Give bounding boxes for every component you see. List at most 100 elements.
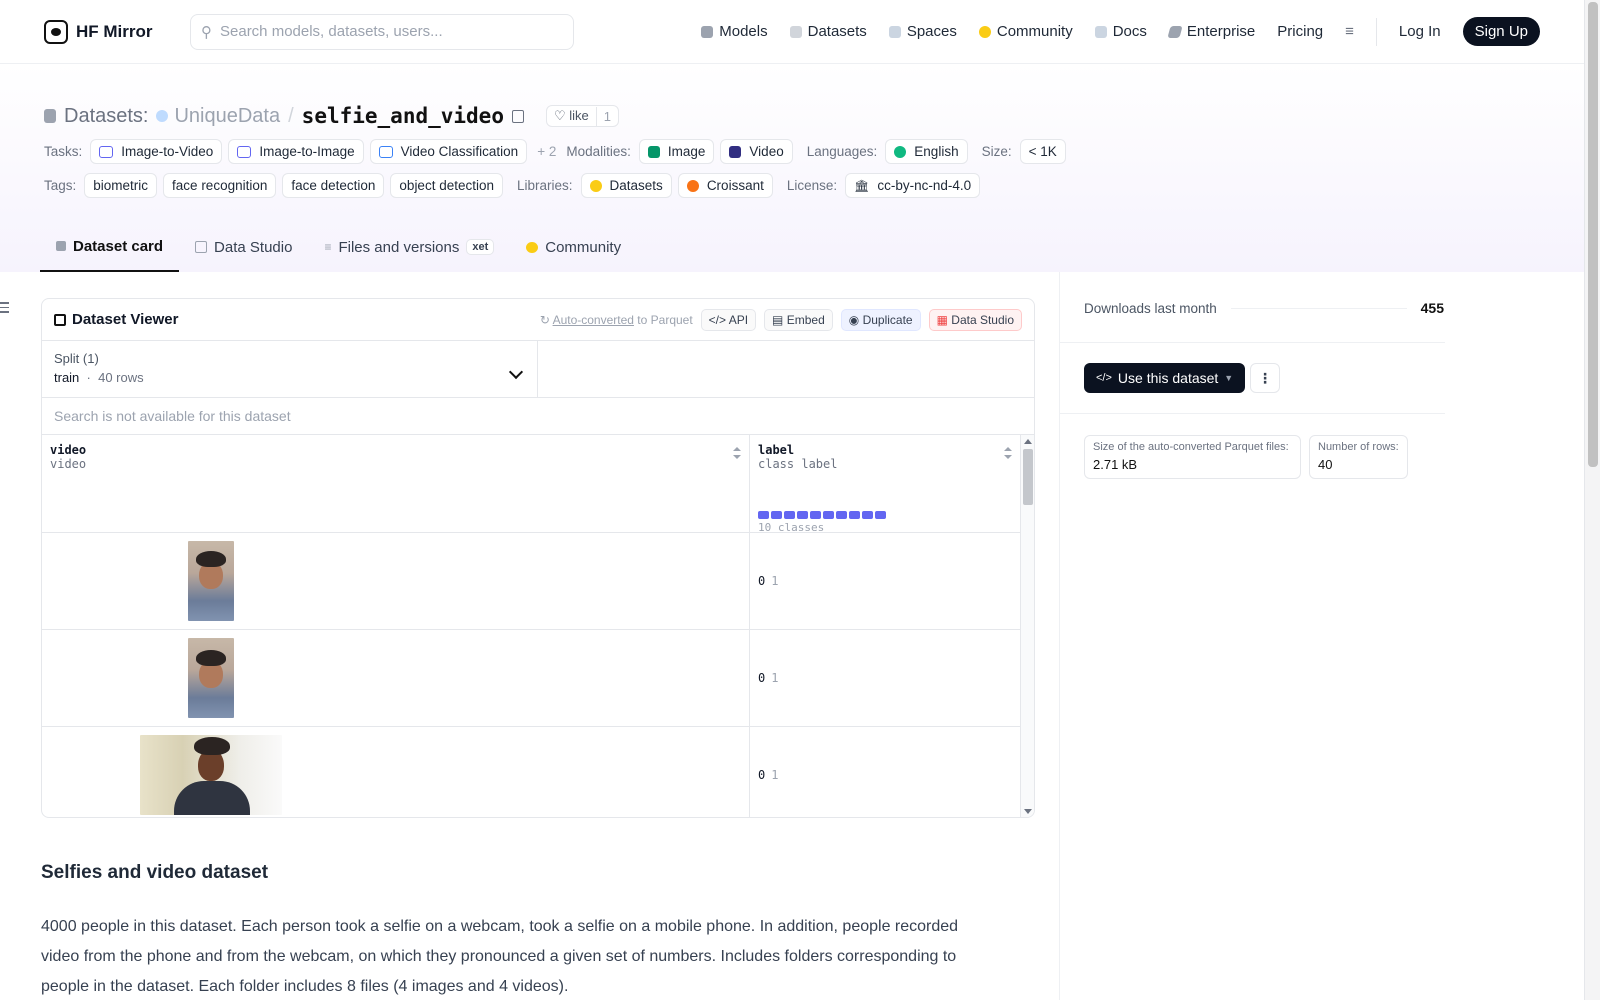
- scroll-up-arrow[interactable]: [1024, 439, 1032, 444]
- task-chip[interactable]: Image-to-Video: [90, 139, 223, 164]
- tab-data-studio[interactable]: Data Studio: [179, 222, 308, 272]
- login-link[interactable]: Log In: [1399, 23, 1441, 40]
- table-row[interactable]: 01: [42, 533, 1034, 630]
- hf-logo-icon: [44, 19, 68, 44]
- owner-avatar: [156, 110, 169, 122]
- library-chip[interactable]: Croissant: [677, 173, 773, 198]
- row-count-stat: Number of rows: 40: [1309, 435, 1408, 479]
- enterprise-icon: [1167, 25, 1183, 38]
- menu-icon: ≡: [1345, 23, 1354, 40]
- modality-chip[interactable]: Image: [638, 139, 715, 164]
- page-scrollbar[interactable]: [1584, 0, 1600, 1000]
- task-chip[interactable]: Image-to-Image: [228, 139, 364, 164]
- search-input[interactable]: ⚲ Search models, datasets, users...: [190, 13, 574, 50]
- card-heading: Selfies and video dataset: [41, 862, 269, 883]
- table-row[interactable]: 01: [42, 727, 1034, 817]
- split-dropdown[interactable]: Split (1) train · 40 rows: [42, 341, 538, 397]
- video-thumbnail[interactable]: [140, 735, 282, 815]
- library-chip[interactable]: Datasets: [580, 173, 672, 198]
- main-nav: Models Datasets Spaces Community Docs En…: [701, 17, 1540, 46]
- viewer-header: Dataset Viewer ↻ Auto-converted to Parqu…: [42, 299, 1034, 341]
- cube-icon: [701, 25, 714, 38]
- split-label: Split (1): [54, 351, 99, 366]
- tasks-more[interactable]: + 2: [537, 144, 556, 159]
- hf-emoji-icon: [589, 179, 602, 192]
- tag-chip[interactable]: face recognition: [163, 173, 277, 198]
- parquet-size-stat: Size of the auto-converted Parquet files…: [1084, 435, 1301, 479]
- table-row[interactable]: 01: [42, 630, 1034, 727]
- modality-chip[interactable]: Video: [720, 139, 793, 164]
- page-scroll-thumb[interactable]: [1588, 2, 1598, 467]
- table-scrollbar[interactable]: [1020, 435, 1034, 817]
- video-thumbnail[interactable]: [188, 638, 234, 718]
- languages-label: Languages:: [806, 144, 878, 159]
- nav-spaces[interactable]: Spaces: [888, 23, 957, 40]
- downloads-count: 455: [1420, 300, 1444, 316]
- embed-button[interactable]: ▤ Embed: [764, 308, 833, 331]
- card-body: 4000 people in this dataset. Each person…: [41, 918, 959, 995]
- task-chip[interactable]: Video Classification: [369, 139, 528, 164]
- like-count: 1: [595, 106, 618, 126]
- nav-enterprise[interactable]: Enterprise: [1167, 23, 1255, 40]
- tag-chip[interactable]: biometric: [84, 173, 158, 198]
- nav-models[interactable]: Models: [701, 23, 768, 40]
- table-scroll-thumb[interactable]: [1023, 449, 1033, 505]
- duplicate-button[interactable]: ◉ Duplicate: [840, 308, 921, 331]
- sidebar-toggle-icon[interactable]: [0, 302, 9, 316]
- use-this-dataset-button[interactable]: </> Use this dataset ▼: [1084, 363, 1246, 393]
- signup-button[interactable]: Sign Up: [1462, 17, 1540, 46]
- table-icon: [54, 313, 66, 326]
- split-value: train · 40 rows: [54, 370, 144, 385]
- spaces-icon: [888, 25, 901, 38]
- brand-name: HF Mirror: [76, 21, 153, 41]
- section-label: Datasets:: [64, 104, 149, 127]
- more-options-button[interactable]: ⋮: [1250, 363, 1280, 393]
- class-histogram[interactable]: [758, 511, 886, 519]
- modalities-label: Modalities:: [566, 144, 631, 159]
- column-header-video[interactable]: video video: [42, 435, 750, 532]
- image-to-video-icon: [99, 145, 114, 158]
- tags-label: Tags:: [44, 178, 77, 193]
- api-button[interactable]: </> API: [700, 308, 757, 331]
- language-chip[interactable]: English: [885, 139, 968, 164]
- data-studio-button[interactable]: ▦ Data Studio: [928, 308, 1022, 331]
- nav-datasets[interactable]: Datasets: [789, 23, 867, 40]
- sidebar-divider: [1059, 272, 1060, 1000]
- sort-icon[interactable]: [733, 447, 741, 459]
- video-cell: [42, 630, 750, 726]
- files-icon: ≡: [324, 240, 332, 254]
- sort-icon[interactable]: [1004, 447, 1012, 459]
- nav-docs[interactable]: Docs: [1094, 23, 1147, 40]
- video-thumbnail[interactable]: [188, 541, 234, 621]
- license-chip[interactable]: 🏛 cc-by-nc-nd-4.0: [845, 173, 981, 198]
- database-icon: [44, 109, 56, 123]
- split-row: Split (1) train · 40 rows: [42, 341, 1034, 398]
- label-cell: 01: [758, 574, 779, 588]
- size-chip[interactable]: < 1K: [1019, 139, 1066, 164]
- copy-icon[interactable]: [511, 109, 524, 123]
- column-header-label[interactable]: label class label 10 classes: [750, 435, 1020, 534]
- tasks-label: Tasks:: [44, 144, 83, 159]
- scroll-down-arrow[interactable]: [1024, 809, 1032, 814]
- video-classification-icon: [378, 145, 393, 158]
- tab-community[interactable]: Community: [510, 222, 637, 272]
- like-button[interactable]: ♡ like 1: [545, 105, 619, 127]
- nav-pricing[interactable]: Pricing: [1277, 23, 1323, 40]
- owner-link[interactable]: UniqueData: [156, 105, 280, 128]
- tag-chip[interactable]: object detection: [390, 173, 503, 198]
- xet-badge: xet: [466, 239, 495, 255]
- tab-files-and-versions[interactable]: ≡ Files and versions xet: [308, 222, 510, 272]
- license-label: License:: [786, 178, 838, 193]
- label-cell: 01: [758, 671, 779, 685]
- image-icon: [647, 145, 660, 158]
- brand-logo[interactable]: HF Mirror: [44, 19, 174, 44]
- table-icon: [195, 241, 208, 253]
- table-header: video video label class label 10 classes: [42, 435, 1034, 534]
- nav-community[interactable]: Community: [978, 23, 1073, 40]
- tab-dataset-card[interactable]: Dataset card: [40, 222, 180, 272]
- dataset-name: selfie_and_video: [301, 104, 504, 128]
- more-menu-button[interactable]: ≡: [1345, 23, 1354, 40]
- video-cell: [42, 727, 750, 817]
- auto-converted-note[interactable]: ↻ Auto-converted to Parquet: [540, 313, 693, 327]
- tag-chip[interactable]: face detection: [282, 173, 385, 198]
